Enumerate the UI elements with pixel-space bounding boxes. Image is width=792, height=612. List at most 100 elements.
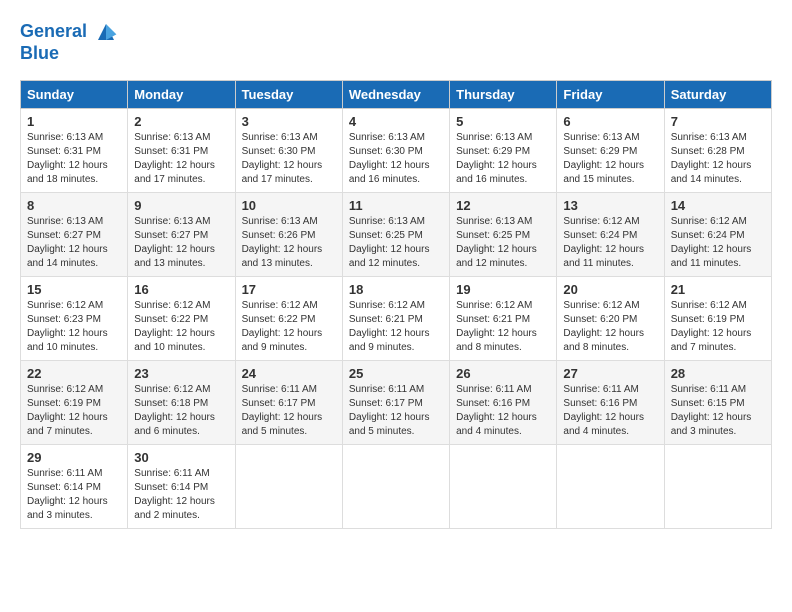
calendar-cell: 3 Sunrise: 6:13 AMSunset: 6:30 PMDaylight… bbox=[235, 108, 342, 192]
day-info: Sunrise: 6:13 AMSunset: 6:30 PMDaylight:… bbox=[349, 131, 443, 187]
calendar-cell: 20 Sunrise: 6:12 AMSunset: 6:20 PMDayligh… bbox=[557, 276, 664, 360]
day-info: Sunrise: 6:11 AMSunset: 6:15 PMDaylight:… bbox=[671, 383, 765, 439]
calendar-cell: 10 Sunrise: 6:13 AMSunset: 6:26 PMDayligh… bbox=[235, 192, 342, 276]
calendar-cell bbox=[235, 444, 342, 528]
calendar-cell: 8 Sunrise: 6:13 AMSunset: 6:27 PMDaylight… bbox=[21, 192, 128, 276]
calendar-week-4: 22 Sunrise: 6:12 AMSunset: 6:19 PMDayligh… bbox=[21, 360, 772, 444]
day-info: Sunrise: 6:12 AMSunset: 6:20 PMDaylight:… bbox=[563, 299, 657, 355]
weekday-header-tuesday: Tuesday bbox=[235, 80, 342, 108]
day-number: 13 bbox=[563, 198, 657, 213]
day-number: 24 bbox=[242, 366, 336, 381]
day-number: 2 bbox=[134, 114, 228, 129]
day-number: 18 bbox=[349, 282, 443, 297]
day-info: Sunrise: 6:12 AMSunset: 6:24 PMDaylight:… bbox=[563, 215, 657, 271]
calendar-week-1: 1 Sunrise: 6:13 AMSunset: 6:31 PMDaylight… bbox=[21, 108, 772, 192]
calendar-cell: 16 Sunrise: 6:12 AMSunset: 6:22 PMDayligh… bbox=[128, 276, 235, 360]
day-number: 7 bbox=[671, 114, 765, 129]
day-number: 6 bbox=[563, 114, 657, 129]
day-info: Sunrise: 6:13 AMSunset: 6:25 PMDaylight:… bbox=[349, 215, 443, 271]
calendar-cell: 11 Sunrise: 6:13 AMSunset: 6:25 PMDayligh… bbox=[342, 192, 449, 276]
day-info: Sunrise: 6:13 AMSunset: 6:27 PMDaylight:… bbox=[27, 215, 121, 271]
day-info: Sunrise: 6:13 AMSunset: 6:28 PMDaylight:… bbox=[671, 131, 765, 187]
day-info: Sunrise: 6:11 AMSunset: 6:14 PMDaylight:… bbox=[27, 467, 121, 523]
page-header: General Blue bbox=[20, 20, 772, 64]
calendar-cell: 30 Sunrise: 6:11 AMSunset: 6:14 PMDayligh… bbox=[128, 444, 235, 528]
day-info: Sunrise: 6:12 AMSunset: 6:21 PMDaylight:… bbox=[456, 299, 550, 355]
calendar-cell bbox=[342, 444, 449, 528]
day-number: 16 bbox=[134, 282, 228, 297]
calendar-week-5: 29 Sunrise: 6:11 AMSunset: 6:14 PMDayligh… bbox=[21, 444, 772, 528]
calendar-table: SundayMondayTuesdayWednesdayThursdayFrid… bbox=[20, 80, 772, 529]
calendar-week-2: 8 Sunrise: 6:13 AMSunset: 6:27 PMDaylight… bbox=[21, 192, 772, 276]
day-info: Sunrise: 6:12 AMSunset: 6:19 PMDaylight:… bbox=[27, 383, 121, 439]
calendar-cell: 18 Sunrise: 6:12 AMSunset: 6:21 PMDayligh… bbox=[342, 276, 449, 360]
day-info: Sunrise: 6:11 AMSunset: 6:16 PMDaylight:… bbox=[563, 383, 657, 439]
day-number: 22 bbox=[27, 366, 121, 381]
calendar-cell: 14 Sunrise: 6:12 AMSunset: 6:24 PMDayligh… bbox=[664, 192, 771, 276]
day-info: Sunrise: 6:11 AMSunset: 6:16 PMDaylight:… bbox=[456, 383, 550, 439]
day-number: 10 bbox=[242, 198, 336, 213]
day-number: 20 bbox=[563, 282, 657, 297]
day-info: Sunrise: 6:11 AMSunset: 6:14 PMDaylight:… bbox=[134, 467, 228, 523]
calendar-week-3: 15 Sunrise: 6:12 AMSunset: 6:23 PMDayligh… bbox=[21, 276, 772, 360]
day-info: Sunrise: 6:13 AMSunset: 6:31 PMDaylight:… bbox=[134, 131, 228, 187]
calendar-cell: 13 Sunrise: 6:12 AMSunset: 6:24 PMDayligh… bbox=[557, 192, 664, 276]
day-info: Sunrise: 6:13 AMSunset: 6:26 PMDaylight:… bbox=[242, 215, 336, 271]
day-number: 17 bbox=[242, 282, 336, 297]
day-number: 9 bbox=[134, 198, 228, 213]
day-number: 11 bbox=[349, 198, 443, 213]
day-number: 5 bbox=[456, 114, 550, 129]
day-number: 21 bbox=[671, 282, 765, 297]
calendar-cell: 17Sunrise: 6:12 AMSunset: 6:22 PMDayligh… bbox=[235, 276, 342, 360]
calendar-cell: 15 Sunrise: 6:12 AMSunset: 6:23 PMDayligh… bbox=[21, 276, 128, 360]
weekday-header-monday: Monday bbox=[128, 80, 235, 108]
day-info: Sunrise: 6:13 AMSunset: 6:31 PMDaylight:… bbox=[27, 131, 121, 187]
day-number: 29 bbox=[27, 450, 121, 465]
calendar-cell: 23 Sunrise: 6:12 AMSunset: 6:18 PMDayligh… bbox=[128, 360, 235, 444]
calendar-cell: 2 Sunrise: 6:13 AMSunset: 6:31 PMDaylight… bbox=[128, 108, 235, 192]
day-number: 28 bbox=[671, 366, 765, 381]
calendar-cell: 24 Sunrise: 6:11 AMSunset: 6:17 PMDayligh… bbox=[235, 360, 342, 444]
calendar-body: 1 Sunrise: 6:13 AMSunset: 6:31 PMDaylight… bbox=[21, 108, 772, 528]
day-info: Sunrise: 6:12 AMSunset: 6:24 PMDaylight:… bbox=[671, 215, 765, 271]
day-number: 26 bbox=[456, 366, 550, 381]
calendar-cell: 25Sunrise: 6:11 AMSunset: 6:17 PMDayligh… bbox=[342, 360, 449, 444]
calendar-header: SundayMondayTuesdayWednesdayThursdayFrid… bbox=[21, 80, 772, 108]
day-info: Sunrise: 6:12 AMSunset: 6:19 PMDaylight:… bbox=[671, 299, 765, 355]
day-number: 14 bbox=[671, 198, 765, 213]
day-info: Sunrise: 6:13 AMSunset: 6:25 PMDaylight:… bbox=[456, 215, 550, 271]
weekday-header-row: SundayMondayTuesdayWednesdayThursdayFrid… bbox=[21, 80, 772, 108]
logo-blue: Blue bbox=[20, 44, 118, 64]
calendar-cell: 26 Sunrise: 6:11 AMSunset: 6:16 PMDayligh… bbox=[450, 360, 557, 444]
day-info: Sunrise: 6:12 AMSunset: 6:23 PMDaylight:… bbox=[27, 299, 121, 355]
calendar-cell: 6 Sunrise: 6:13 AMSunset: 6:29 PMDaylight… bbox=[557, 108, 664, 192]
day-number: 3 bbox=[242, 114, 336, 129]
day-info: Sunrise: 6:12 AMSunset: 6:18 PMDaylight:… bbox=[134, 383, 228, 439]
day-number: 1 bbox=[27, 114, 121, 129]
day-number: 30 bbox=[134, 450, 228, 465]
day-number: 15 bbox=[27, 282, 121, 297]
calendar-cell: 19 Sunrise: 6:12 AMSunset: 6:21 PMDayligh… bbox=[450, 276, 557, 360]
day-info: Sunrise: 6:13 AMSunset: 6:29 PMDaylight:… bbox=[563, 131, 657, 187]
calendar-cell: 22 Sunrise: 6:12 AMSunset: 6:19 PMDayligh… bbox=[21, 360, 128, 444]
day-number: 25 bbox=[349, 366, 443, 381]
day-info: Sunrise: 6:13 AMSunset: 6:30 PMDaylight:… bbox=[242, 131, 336, 187]
calendar-cell: 29 Sunrise: 6:11 AMSunset: 6:14 PMDayligh… bbox=[21, 444, 128, 528]
day-info: Sunrise: 6:13 AMSunset: 6:27 PMDaylight:… bbox=[134, 215, 228, 271]
day-info: Sunrise: 6:12 AMSunset: 6:21 PMDaylight:… bbox=[349, 299, 443, 355]
day-number: 27 bbox=[563, 366, 657, 381]
calendar-cell: 9 Sunrise: 6:13 AMSunset: 6:27 PMDaylight… bbox=[128, 192, 235, 276]
day-info: Sunrise: 6:12 AMSunset: 6:22 PMDaylight:… bbox=[134, 299, 228, 355]
calendar-cell: 21 Sunrise: 6:12 AMSunset: 6:19 PMDayligh… bbox=[664, 276, 771, 360]
day-info: Sunrise: 6:11 AMSunset: 6:17 PMDaylight:… bbox=[242, 383, 336, 439]
day-number: 4 bbox=[349, 114, 443, 129]
calendar-cell: 27 Sunrise: 6:11 AMSunset: 6:16 PMDayligh… bbox=[557, 360, 664, 444]
weekday-header-wednesday: Wednesday bbox=[342, 80, 449, 108]
weekday-header-sunday: Sunday bbox=[21, 80, 128, 108]
calendar-cell: 28 Sunrise: 6:11 AMSunset: 6:15 PMDayligh… bbox=[664, 360, 771, 444]
weekday-header-friday: Friday bbox=[557, 80, 664, 108]
weekday-header-saturday: Saturday bbox=[664, 80, 771, 108]
day-number: 19 bbox=[456, 282, 550, 297]
day-number: 8 bbox=[27, 198, 121, 213]
day-number: 23 bbox=[134, 366, 228, 381]
